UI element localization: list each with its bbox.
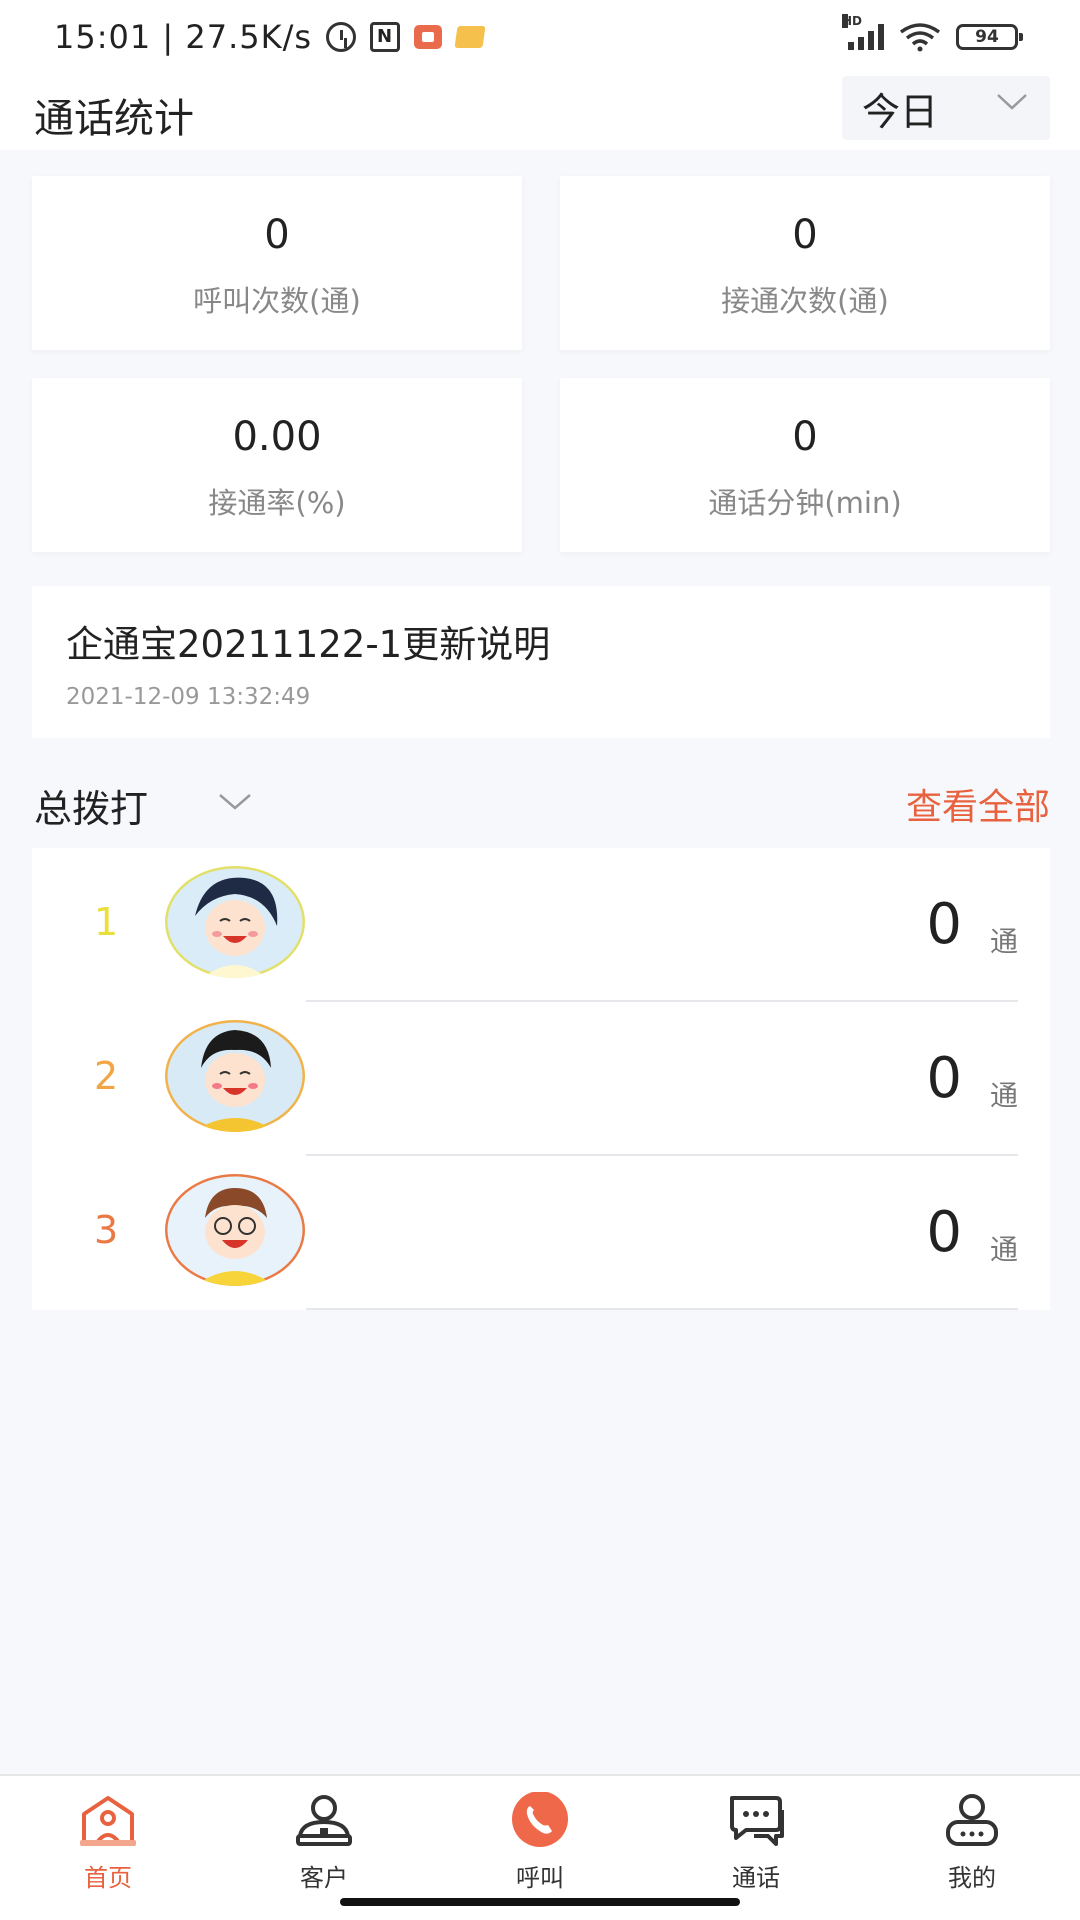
chevron-down-icon[interactable] bbox=[218, 792, 252, 812]
app-screen: 15:01 | 27.5K/s N HD 94 通话统计 今日 0 呼叫次数(通… bbox=[0, 0, 1080, 1920]
stat-value: 0 bbox=[792, 212, 818, 258]
avatar bbox=[165, 1174, 305, 1286]
status-right: HD 94 bbox=[842, 14, 1023, 52]
stat-label: 通话分钟(min) bbox=[708, 486, 902, 520]
call-count-unit: 通 bbox=[989, 1079, 1018, 1112]
ranking-row[interactable]: 3 0 通 bbox=[32, 1156, 1050, 1310]
view-all-link[interactable]: 查看全部 bbox=[906, 778, 1050, 830]
app-notification-icon bbox=[414, 25, 443, 49]
ranking-row[interactable]: 1 0 通 bbox=[32, 848, 1050, 1002]
phone-icon bbox=[512, 1792, 568, 1847]
nav-label: 呼叫 bbox=[516, 1864, 564, 1892]
stat-value: 0 bbox=[792, 414, 818, 460]
nav-item-home[interactable]: 首页 bbox=[28, 1786, 188, 1896]
network-type-label: HD bbox=[842, 14, 863, 28]
nav-item-call[interactable]: 呼叫 bbox=[460, 1786, 620, 1896]
call-count-unit: 通 bbox=[989, 1233, 1018, 1266]
stat-card-connected: 0 接通次数(通) bbox=[560, 176, 1050, 350]
page-title: 通话统计 bbox=[34, 96, 194, 142]
status-left: 15:01 | 27.5K/s N bbox=[54, 18, 486, 56]
ranking-filter-dropdown[interactable]: 总拨打 bbox=[34, 778, 148, 833]
period-dropdown[interactable]: 今日 bbox=[842, 76, 1050, 140]
stat-label: 呼叫次数(通) bbox=[193, 284, 361, 318]
call-count: 0 bbox=[926, 1200, 962, 1265]
nav-label: 通话 bbox=[732, 1864, 780, 1892]
stat-label: 接通次数(通) bbox=[721, 284, 889, 318]
ranking-list: 1 0 通 2 0 通 3 0 通 bbox=[32, 848, 1050, 1310]
call-count: 0 bbox=[926, 1046, 962, 1111]
rank-number: 3 bbox=[94, 1208, 119, 1252]
rank-number: 2 bbox=[94, 1054, 119, 1098]
alarm-icon bbox=[326, 22, 357, 52]
update-notice-card[interactable]: 企通宝20211122-1更新说明 2021-12-09 13:32:49 bbox=[32, 586, 1050, 738]
profile-icon bbox=[946, 1794, 998, 1846]
chevron-down-icon bbox=[997, 94, 1027, 110]
nfc-icon: N bbox=[370, 22, 401, 52]
home-icon bbox=[80, 1796, 136, 1846]
home-indicator[interactable] bbox=[340, 1898, 740, 1906]
call-count-unit: 通 bbox=[989, 925, 1018, 958]
ranking-header: 总拨打 查看全部 bbox=[0, 770, 1080, 834]
stat-value: 0 bbox=[264, 212, 290, 258]
stat-value: 0.00 bbox=[232, 414, 322, 460]
nav-item-profile[interactable]: 我的 bbox=[892, 1786, 1052, 1896]
notice-title: 企通宝20211122-1更新说明 bbox=[66, 623, 551, 666]
nav-label: 我的 bbox=[948, 1864, 996, 1892]
chat-icon bbox=[730, 1796, 784, 1846]
cellular-signal-icon: HD bbox=[842, 14, 884, 50]
row-divider bbox=[306, 1308, 1018, 1310]
stat-card-connect-rate: 0.00 接通率(%) bbox=[32, 378, 522, 552]
stat-label: 接通率(%) bbox=[208, 486, 346, 520]
notice-timestamp: 2021-12-09 13:32:49 bbox=[66, 684, 311, 710]
call-count: 0 bbox=[926, 892, 962, 957]
stat-card-calls: 0 呼叫次数(通) bbox=[32, 176, 522, 350]
nav-item-calls[interactable]: 通话 bbox=[676, 1786, 836, 1896]
avatar bbox=[165, 1020, 305, 1132]
status-time-speed: 15:01 | 27.5K/s bbox=[54, 18, 313, 56]
ranking-row[interactable]: 2 0 通 bbox=[32, 1002, 1050, 1156]
stat-card-call-minutes: 0 通话分钟(min) bbox=[560, 378, 1050, 552]
avatar bbox=[165, 866, 305, 978]
nav-label: 客户 bbox=[300, 1864, 348, 1892]
nav-label: 首页 bbox=[84, 1864, 132, 1892]
status-bar: 15:01 | 27.5K/s N HD 94 bbox=[0, 0, 1080, 76]
rank-number: 1 bbox=[94, 900, 119, 944]
nav-item-customer[interactable]: 客户 bbox=[244, 1786, 404, 1896]
header: 通话统计 今日 bbox=[0, 76, 1080, 150]
period-dropdown-value: 今日 bbox=[862, 89, 939, 134]
battery-icon: 94 bbox=[956, 24, 1023, 50]
wifi-icon bbox=[899, 23, 941, 52]
customer-icon bbox=[296, 1795, 352, 1846]
message-notification-icon bbox=[454, 26, 486, 48]
